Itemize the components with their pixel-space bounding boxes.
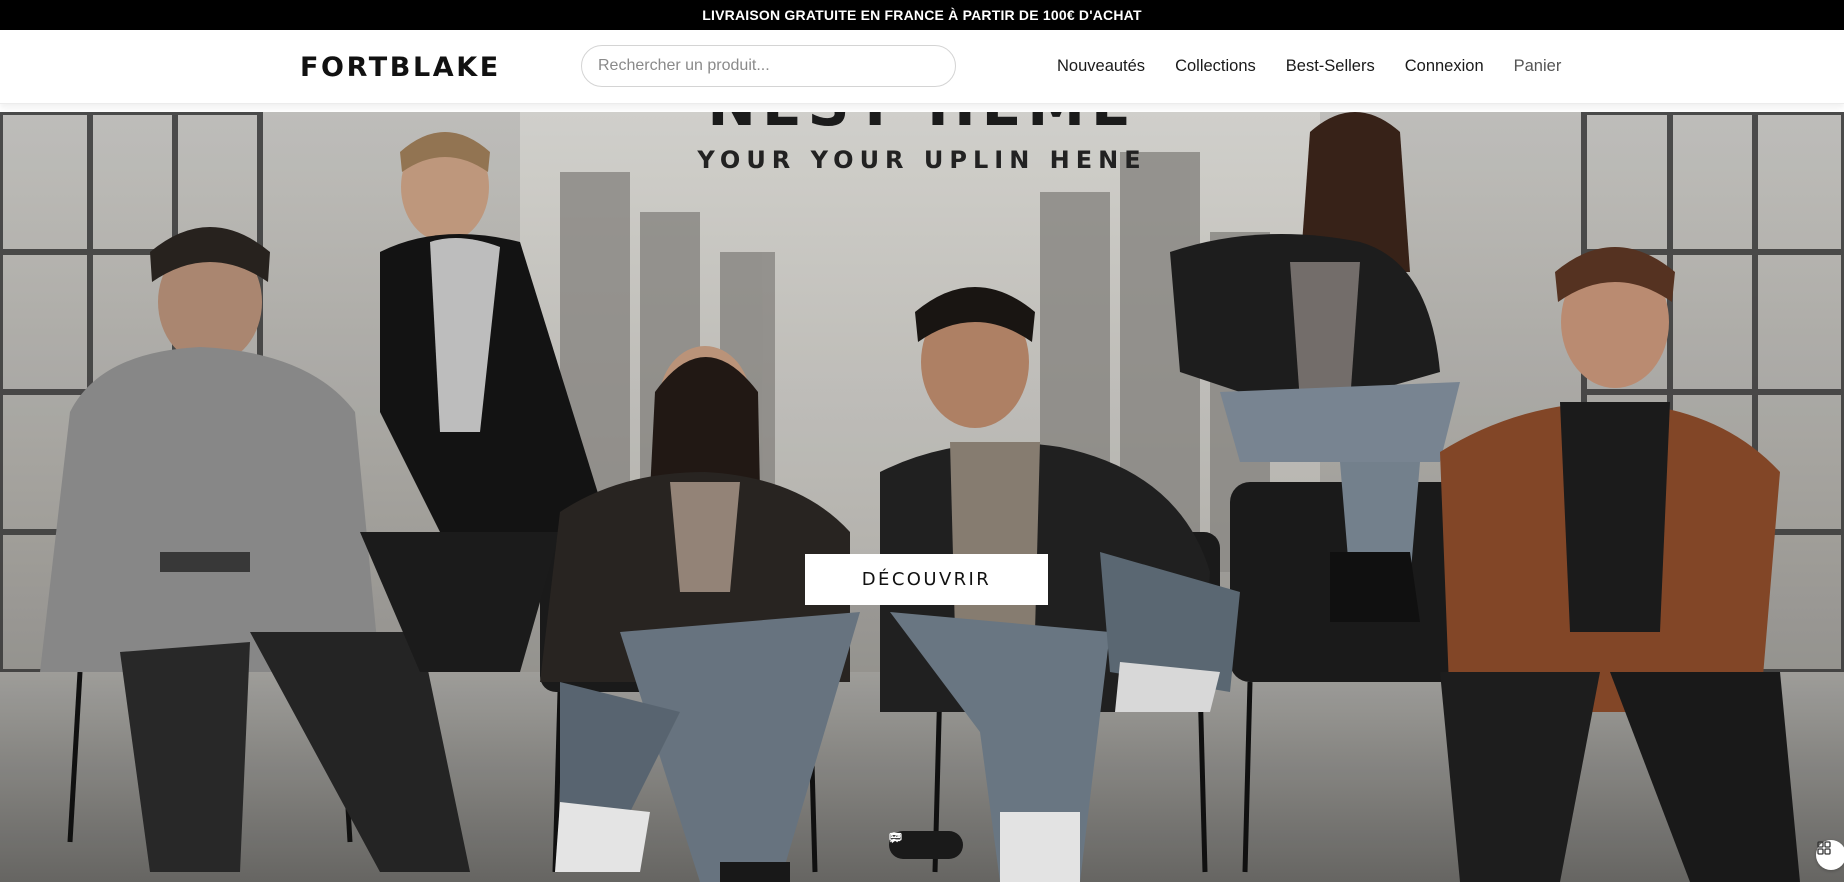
grid-icon[interactable] (1816, 840, 1844, 870)
hero-subline: YOUR YOUR UPLIN HENE (697, 146, 1147, 174)
nav-link-best-sellers[interactable]: Best-Sellers (1286, 57, 1375, 76)
hero-banner: NEST HEME YOUR YOUR UPLIN HENE DÉCOUVRIR (0, 112, 1844, 882)
list-icon[interactable] (891, 833, 956, 854)
floating-toolbar (889, 831, 963, 859)
nav-link-collections[interactable]: Collections (1175, 57, 1256, 76)
brand-logo[interactable]: FORTBLAKE (300, 52, 501, 83)
nav-link-nouveautes[interactable]: Nouveautés (1057, 57, 1145, 76)
discover-button[interactable]: DÉCOUVRIR (805, 554, 1048, 605)
main-nav: Nouveautés Collections Best-Sellers Conn… (1057, 57, 1561, 76)
announcement-bar: LIVRAISON GRATUITE EN FRANCE À PARTIR DE… (0, 0, 1844, 30)
hero-headline: NEST HEME (0, 112, 1844, 134)
announcement-text: LIVRAISON GRATUITE EN FRANCE À PARTIR DE… (702, 7, 1142, 23)
search-input[interactable] (581, 45, 956, 87)
nav-link-panier[interactable]: Panier (1514, 57, 1562, 76)
add-user-icon[interactable] (890, 832, 935, 854)
hero-photo (0, 112, 1844, 882)
site-header: FORTBLAKE Nouveautés Collections Best-Se… (0, 30, 1844, 104)
nav-link-connexion[interactable]: Connexion (1405, 57, 1484, 76)
